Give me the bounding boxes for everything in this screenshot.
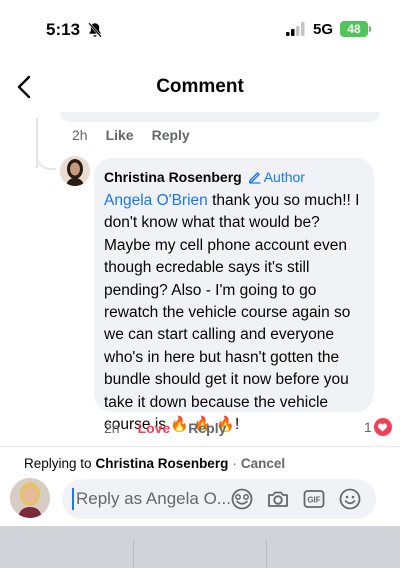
page-header: Comment — [0, 62, 400, 112]
reply-input[interactable]: Reply as Angela O... GIF — [62, 479, 376, 519]
mention-link[interactable]: Angela O'Brien — [104, 192, 208, 209]
composer-divider — [0, 446, 400, 447]
status-bar: 5:13 5G 48 — [0, 0, 400, 62]
reaction-summary[interactable]: 1 — [364, 418, 392, 436]
avatar[interactable] — [60, 156, 90, 186]
camera-icon[interactable] — [266, 487, 290, 511]
comment-actions: 2h Love Reply — [104, 420, 226, 436]
previous-comment-bubble[interactable] — [60, 112, 380, 122]
battery-level: 48 — [340, 21, 368, 37]
comment-author-name[interactable]: Christina Rosenberg — [104, 169, 242, 185]
status-time: 5:13 — [46, 20, 81, 39]
reaction-count: 1 — [364, 419, 372, 435]
comment-bubble[interactable]: Christina Rosenberg Author Angela O'Brie… — [94, 158, 374, 433]
comment-header: Christina Rosenberg Author — [104, 168, 364, 186]
pencil-icon — [248, 172, 261, 184]
separator: · — [232, 456, 237, 471]
battery-tip — [369, 26, 371, 32]
previous-comment-time: 2h — [72, 127, 88, 143]
emoji-icon[interactable] — [338, 487, 362, 511]
gif-icon[interactable]: GIF — [302, 487, 326, 511]
like-button[interactable]: Like — [106, 127, 134, 143]
previous-comment-actions: 2h Like Reply — [72, 127, 190, 143]
replying-to-bar: Replying to Christina Rosenberg · Cancel — [24, 456, 285, 471]
comment-ending: ! — [235, 416, 240, 434]
keyboard-divider — [266, 540, 267, 568]
thread-connector — [36, 146, 56, 170]
keyboard-area — [0, 526, 400, 568]
bell-slash-icon — [88, 22, 102, 38]
love-button[interactable]: Love — [138, 420, 171, 436]
reply-button[interactable]: Reply — [188, 420, 226, 436]
avatar-icon — [10, 478, 50, 518]
reply-button[interactable]: Reply — [152, 127, 190, 143]
cancel-button[interactable]: Cancel — [241, 456, 285, 471]
keyboard-divider — [133, 540, 134, 568]
page-title: Comment — [156, 76, 244, 97]
svg-text:GIF: GIF — [307, 496, 320, 505]
comment-time: 2h — [104, 420, 120, 436]
reply-placeholder: Reply as Angela O... — [76, 489, 231, 508]
signal-icon — [286, 22, 305, 36]
heart-icon — [373, 418, 392, 436]
author-badge-label: Author — [263, 169, 305, 185]
replying-prefix: Replying to — [24, 456, 92, 471]
comment-text: Angela O'Brien thank you so much!! I don… — [104, 190, 364, 436]
text-caret — [72, 488, 74, 510]
replying-to-name: Christina Rosenberg — [95, 456, 229, 471]
composer-avatar — [10, 478, 50, 518]
network-type: 5G — [313, 21, 334, 38]
author-badge: Author — [248, 169, 305, 185]
avatar-icon — [60, 156, 90, 186]
sticker-icon[interactable] — [230, 487, 254, 511]
comment-body: thank you so much!! I don't know what th… — [104, 192, 360, 434]
